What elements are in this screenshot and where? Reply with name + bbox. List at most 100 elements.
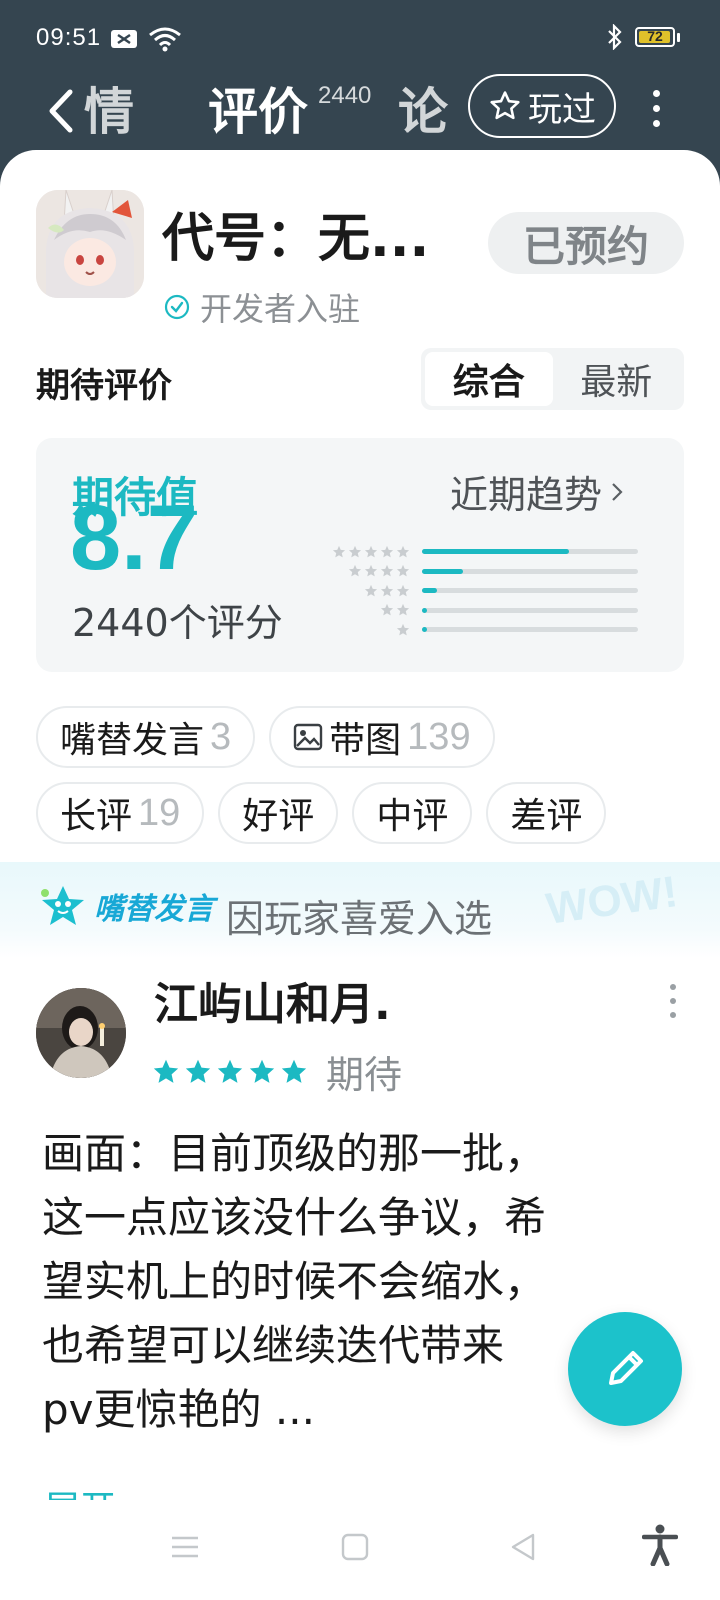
- distribution-bar-track: [422, 607, 638, 613]
- score-value: 8.7: [70, 492, 198, 570]
- reviewer-name[interactable]: 江屿山和月.: [154, 968, 391, 1032]
- played-label: 玩过: [528, 89, 596, 130]
- distribution-row: [324, 620, 664, 640]
- filter-count: 3: [210, 715, 232, 758]
- star-icon: [380, 604, 394, 616]
- rating-summary-panel: 期待值 8.7 2440个评分 近期趋势: [36, 438, 684, 672]
- expand-link[interactable]: 展开: [44, 1480, 116, 1500]
- distribution-bar-fill: [422, 588, 438, 594]
- filter-chip-neutral[interactable]: 中评: [352, 782, 473, 844]
- review-more-icon[interactable]: [668, 984, 678, 1020]
- developer-verified: 开发者入驻: [164, 284, 360, 330]
- distribution-row: [324, 562, 664, 582]
- star-icon: [380, 565, 394, 577]
- distribution-bar-fill: [422, 627, 428, 633]
- write-review-button[interactable]: [568, 1312, 682, 1426]
- filter-label: 嘴替发言: [60, 720, 205, 761]
- filter-label: 中评: [376, 796, 449, 837]
- filter-chip-positive[interactable]: 好评: [218, 782, 339, 844]
- star-icon: [380, 545, 394, 558]
- star-filled-icon: [281, 1059, 307, 1083]
- system-nav-bar: [0, 1500, 720, 1600]
- trend-label: 近期趋势: [450, 473, 603, 517]
- review-line: 这一点应该没什么争议，希: [42, 1193, 547, 1242]
- review-body[interactable]: 画面：目前顶级的那一批， 这一点应该没什么争议，希 望实机上的时候不会缩水， 也…: [42, 1122, 662, 1442]
- review-line: 画面：目前顶级的那一批，: [42, 1129, 547, 1178]
- tab-reviews[interactable]: 评价: [208, 72, 308, 144]
- star-icon: [364, 545, 378, 558]
- wifi-icon: [149, 27, 181, 52]
- game-title: 代号：无...: [162, 209, 430, 269]
- filter-chip-long[interactable]: 长评 19: [36, 782, 205, 844]
- featured-reason: 因玩家喜爱入选: [226, 897, 493, 941]
- star-icon: [348, 565, 362, 577]
- distribution-stars: [324, 564, 422, 578]
- star-filled-icon: [217, 1059, 243, 1083]
- game-icon[interactable]: [36, 190, 144, 298]
- rating-distribution: [324, 542, 664, 640]
- distribution-stars: [324, 584, 422, 598]
- battery-level: 72: [647, 28, 663, 44]
- more-options-icon[interactable]: [650, 90, 662, 130]
- check-circle-icon: [164, 294, 190, 320]
- distribution-stars: [324, 623, 422, 637]
- review-filters: 嘴替发言 3 带图 139 长评 19 好评 中评 差评: [36, 706, 696, 858]
- filter-count: 19: [138, 791, 181, 834]
- reserve-button[interactable]: 已预约: [488, 212, 684, 274]
- filter-chip-featured[interactable]: 嘴替发言 3: [36, 706, 256, 768]
- status-icons-left: [110, 26, 182, 52]
- verified-label: 开发者入驻: [200, 290, 361, 328]
- filter-label: 带图: [329, 720, 402, 761]
- back-nav-icon[interactable]: [508, 1532, 538, 1562]
- trend-link[interactable]: 近期趋势: [450, 464, 624, 519]
- avatar-photo: [36, 988, 126, 1078]
- rating-label: 期待: [326, 1053, 403, 1097]
- filter-chip-with-image[interactable]: 带图 139: [269, 706, 495, 768]
- status-time: 09:51: [36, 24, 102, 51]
- distribution-bar-track: [422, 568, 638, 574]
- star-icon: [396, 545, 410, 558]
- mascot-star-icon: [41, 886, 84, 925]
- message-icon: [111, 30, 137, 48]
- status-icons-right: 72: [607, 24, 680, 50]
- star-icon: [348, 545, 362, 558]
- played-button[interactable]: 玩过: [468, 74, 616, 138]
- section-title: 期待评价: [36, 366, 172, 406]
- distribution-stars: [324, 545, 422, 559]
- sort-option-overall[interactable]: 综合: [425, 352, 553, 406]
- star-icon: [332, 545, 346, 558]
- star-icon: [396, 584, 410, 597]
- accessibility-icon[interactable]: [642, 1524, 678, 1566]
- distribution-bar-track: [422, 549, 638, 555]
- rating-count: 2440个评分: [72, 601, 283, 645]
- star-icon: [396, 623, 410, 636]
- distribution-bar-track: [422, 588, 638, 594]
- tab-details[interactable]: 情: [84, 72, 134, 144]
- star-icon: [396, 604, 410, 616]
- back-icon[interactable]: [44, 86, 80, 136]
- sort-segmented-control: 综合 最新: [421, 348, 684, 410]
- filter-chip-negative[interactable]: 差评: [486, 782, 607, 844]
- distribution-row: [324, 542, 664, 562]
- home-icon[interactable]: [340, 1532, 370, 1562]
- star-filled-icon: [153, 1059, 179, 1083]
- bluetooth-icon: [608, 24, 622, 50]
- distribution-bar-fill: [422, 568, 464, 574]
- avatar[interactable]: [36, 988, 126, 1078]
- star-outline-icon: [490, 91, 520, 120]
- distribution-bar-track: [422, 627, 638, 633]
- filter-count: 139: [407, 715, 471, 758]
- image-icon: [293, 723, 323, 751]
- tab-forum[interactable]: 论: [398, 72, 448, 144]
- tab-reviews-count: 2440: [318, 82, 372, 109]
- filter-label: 差评: [510, 796, 583, 837]
- star-filled-icon: [185, 1059, 211, 1083]
- chevron-right-icon: [612, 482, 623, 501]
- sort-option-latest[interactable]: 最新: [553, 352, 681, 406]
- star-icon: [380, 584, 394, 597]
- star-icon: [364, 584, 378, 597]
- menu-icon[interactable]: [170, 1532, 200, 1562]
- filter-label: 长评: [60, 796, 133, 837]
- review-rating: 期待: [152, 1044, 402, 1099]
- distribution-stars: [324, 603, 422, 617]
